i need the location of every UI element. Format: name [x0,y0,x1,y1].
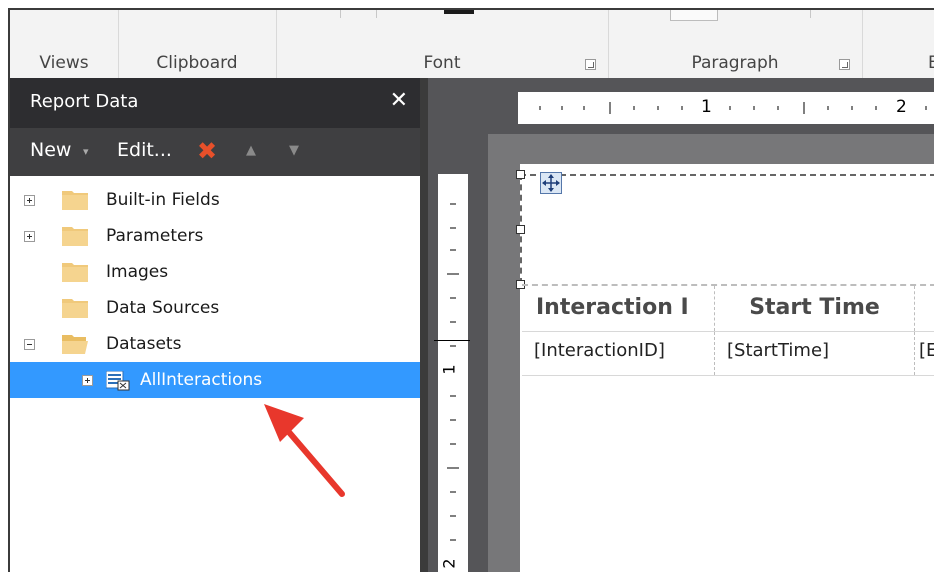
resize-handle[interactable] [516,225,525,234]
move-down-icon[interactable]: ▼ [289,143,299,158]
tree-item-data-sources[interactable]: Data Sources [10,290,420,326]
ruler-ticks [539,102,927,114]
table-header-row: Interaction I Start Time [522,284,934,332]
tree-item-built-in-fields[interactable]: Built-in Fields [10,182,420,218]
panel-splitter[interactable] [420,78,428,572]
tree-item-allinteractions[interactable]: AllInteractions [10,362,420,398]
ribbon-group-label: Views [39,53,89,73]
table-cell[interactable]: [StartTime] [715,332,915,375]
ruler-number: 1 [439,364,459,375]
tree-item-label: Datasets [106,334,182,354]
ruler-number: 2 [896,97,907,117]
ruler-number: 2 [439,558,459,569]
collapse-icon[interactable] [24,339,35,350]
ribbon-group-label: Font [423,53,461,73]
expand-icon[interactable] [24,231,35,242]
tree-item-label: Built-in Fields [106,190,220,210]
table-header-cell[interactable]: Interaction I [522,286,715,331]
table-row: [InteractionID] [StartTime] [Er [522,332,934,376]
report-data-tree: Built-in Fields Parameters Images Data S… [10,176,420,572]
font-dialog-launcher-icon[interactable] [585,59,596,70]
expand-icon[interactable] [82,375,93,386]
panel-header: Report Data ✕ [10,78,420,128]
paragraph-dialog-launcher-icon[interactable] [839,59,850,70]
table-header-cell[interactable]: Start Time [715,286,915,331]
report-builder-window: Views Clipboard Font Paragraph B Report … [8,8,934,572]
ribbon-group-border[interactable]: B [862,10,934,78]
folder-icon [62,299,88,318]
red-arrow-icon [264,404,345,497]
tree-item-datasets[interactable]: Datasets [10,326,420,362]
ribbon-group-label: B [928,53,934,73]
tree-item-images[interactable]: Images [10,254,420,290]
folder-icon [62,227,88,246]
resize-handle[interactable] [516,170,525,179]
move-up-icon[interactable]: ▲ [246,143,256,158]
folder-icon [62,191,88,210]
ribbon-group-paragraph[interactable]: Paragraph [608,10,863,78]
dataset-icon [106,371,130,391]
open-folder-icon [62,335,88,354]
tree-item-label: Data Sources [106,298,220,318]
horizontal-ruler: 1 2 [518,92,934,124]
ribbon: Views Clipboard Font Paragraph B [10,10,934,79]
vertical-ruler: 1 2 [438,174,468,572]
move-handle-icon[interactable] [540,172,562,194]
ribbon-group-label: Paragraph [691,53,779,73]
table-header-cell[interactable] [915,286,934,331]
ribbon-group-label: Clipboard [156,53,238,73]
delete-icon[interactable]: ✖ [197,137,217,165]
ribbon-group-font[interactable]: Font [276,10,609,78]
ruler-position-marker [434,340,470,341]
ribbon-group-clipboard[interactable]: Clipboard [118,10,277,78]
new-button[interactable]: New [30,139,71,161]
report-designer: 1 2 1 2 Interaction I Start Time [Intera… [428,78,934,572]
panel-title: Report Data [30,91,139,112]
panel-toolbar: New ▾ Edit... ✖ ▲ ▼ [10,128,420,176]
expand-icon[interactable] [24,195,35,206]
selected-container[interactable] [520,174,934,284]
tree-item-label: AllInteractions [140,370,263,390]
ruler-number: 1 [701,97,712,117]
edit-button[interactable]: Edit... [117,139,172,161]
ribbon-group-views[interactable]: Views [10,10,119,78]
tree-item-parameters[interactable]: Parameters [10,218,420,254]
table-cell[interactable]: [Er [915,332,934,375]
chevron-down-icon[interactable]: ▾ [83,145,89,158]
folder-icon [62,263,88,282]
close-icon[interactable]: ✕ [390,88,408,113]
tree-item-label: Parameters [106,226,204,246]
table-cell[interactable]: [InteractionID] [522,332,715,375]
tree-item-label: Images [106,262,169,282]
